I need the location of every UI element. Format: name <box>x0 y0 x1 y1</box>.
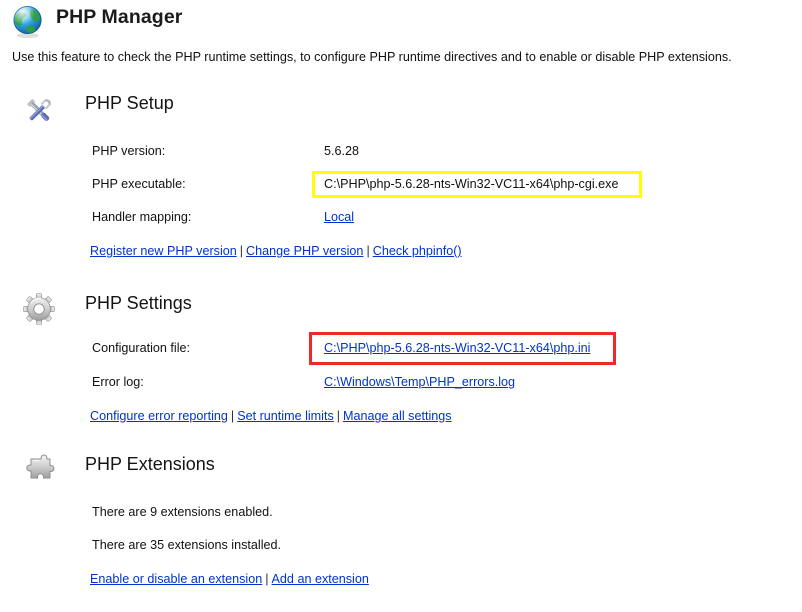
field-php-executable: PHP executable: C:\PHP\php-5.6.28-nts-Wi… <box>0 177 802 199</box>
field-error-log: Error log: C:\Windows\Temp\PHP_errors.lo… <box>0 375 802 397</box>
link-separator: | <box>336 409 341 423</box>
wrench-screwdriver-icon <box>20 92 58 130</box>
field-handler-mapping: Handler mapping: Local <box>0 210 802 232</box>
configuration-file-link[interactable]: C:\PHP\php-5.6.28-nts-Win32-VC11-x64\php… <box>324 341 590 355</box>
field-label: PHP executable: <box>92 177 186 191</box>
register-new-php-version-link[interactable]: Register new PHP version <box>90 244 237 258</box>
check-phpinfo-link[interactable]: Check phpinfo() <box>373 244 462 258</box>
field-label: PHP version: <box>92 144 166 158</box>
page-description: Use this feature to check the PHP runtim… <box>12 50 732 64</box>
field-label: Handler mapping: <box>92 210 192 224</box>
link-separator: | <box>265 572 269 586</box>
field-value-php-version: 5.6.28 <box>324 144 360 158</box>
set-runtime-limits-link[interactable]: Set runtime limits <box>237 409 334 423</box>
field-label: Error log: <box>92 375 144 389</box>
link-separator: | <box>230 409 235 423</box>
section-title-php-extensions: PHP Extensions <box>85 454 215 474</box>
add-an-extension-link[interactable]: Add an extension <box>272 572 369 586</box>
link-separator: | <box>239 244 244 258</box>
section-title-php-setup: PHP Setup <box>85 93 174 113</box>
handler-mapping-link[interactable]: Local <box>324 210 354 224</box>
extensions-enabled-text: There are 9 extensions enabled. <box>92 505 273 519</box>
field-php-version: PHP version: 5.6.28 <box>0 144 802 166</box>
field-value-php-executable: C:\PHP\php-5.6.28-nts-Win32-VC11-x64\php… <box>324 177 619 191</box>
field-configuration-file: Configuration file: C:\PHP\php-5.6.28-nt… <box>0 341 802 363</box>
manage-all-settings-link[interactable]: Manage all settings <box>343 409 452 423</box>
puzzle-piece-icon <box>20 450 58 488</box>
configure-error-reporting-link[interactable]: Configure error reporting <box>90 409 228 423</box>
extensions-installed-text: There are 35 extensions installed. <box>92 538 282 552</box>
enable-or-disable-extension-link[interactable]: Enable or disable an extension <box>90 572 262 586</box>
globe-icon <box>10 4 46 40</box>
section-title-php-settings: PHP Settings <box>85 293 192 313</box>
page-header: PHP Manager <box>0 0 802 46</box>
change-php-version-link[interactable]: Change PHP version <box>246 244 363 258</box>
gear-icon <box>20 291 58 329</box>
link-separator: | <box>366 244 370 258</box>
field-label: Configuration file: <box>92 341 191 355</box>
php-setup-links: Register new PHP version | Change PHP vers… <box>90 244 462 258</box>
error-log-link[interactable]: C:\Windows\Temp\PHP_errors.log <box>324 375 515 389</box>
page-title: PHP Manager <box>56 6 183 28</box>
php-extensions-links: Enable or disable an extension | Add an ex… <box>90 572 369 586</box>
php-settings-links: Configure error reporting | Set runtime li… <box>90 409 452 423</box>
